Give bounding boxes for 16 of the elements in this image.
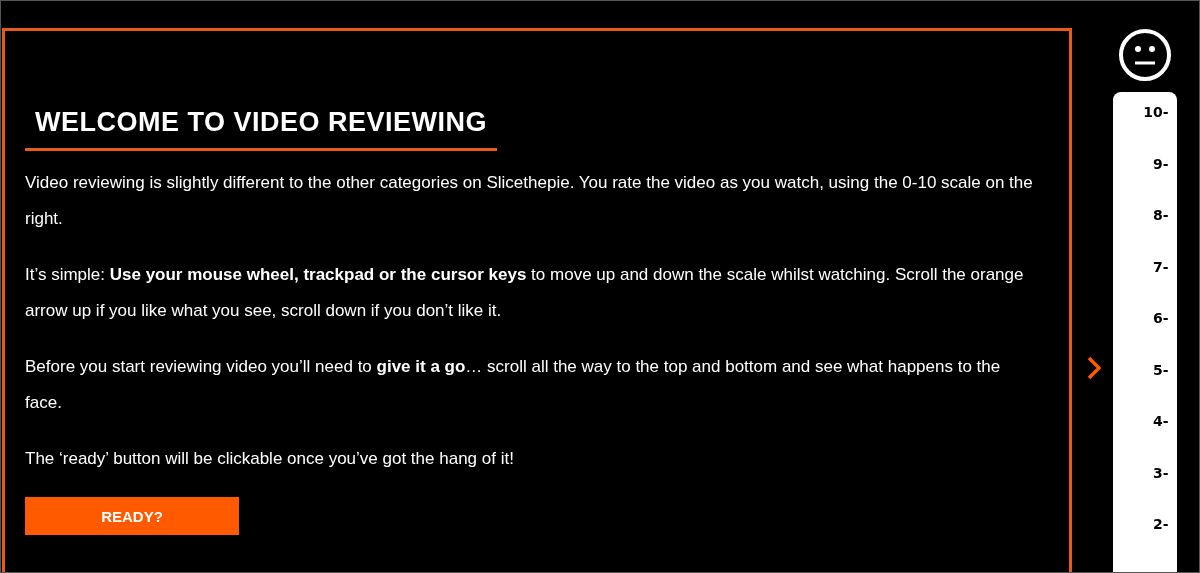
neutral-face-icon — [1117, 28, 1172, 82]
heading: WELCOME TO VIDEO REVIEWING — [25, 107, 498, 151]
paragraph: It’s simple: Use your mouse wheel, trackpad or the cursor keys to move up and down the scale whilst watching. Scroll the orange arrow up if you like what you see, scroll down if you don’t like it. — [25, 264, 1025, 322]
paragraph: Video reviewing is slightly different to the other categories on Slicethepie. You rate the video as you watch, using the 0-10 scale on the right. — [25, 172, 1034, 230]
scale-label: 10- — [1143, 104, 1169, 120]
scale-label: 8- — [1152, 207, 1169, 223]
scale-label: 6- — [1152, 310, 1169, 326]
scale-label: 4- — [1152, 413, 1169, 429]
scale-label: 7- — [1152, 258, 1169, 275]
scale-label: 5- — [1152, 361, 1169, 378]
paragraph: The ‘ready’ button will be clickable once you’ve got the hang of it! — [25, 448, 515, 470]
paragraph: Before you start reviewing video you’ll need to give it a go… scroll all the way to the top and bottom and see what happens to the face. — [25, 356, 1002, 414]
scale-label: 3- — [1152, 464, 1169, 481]
chevron-icon[interactable] — [1086, 355, 1101, 380]
scale-label: 2- — [1152, 516, 1169, 532]
scale-label: 9- — [1152, 155, 1169, 172]
